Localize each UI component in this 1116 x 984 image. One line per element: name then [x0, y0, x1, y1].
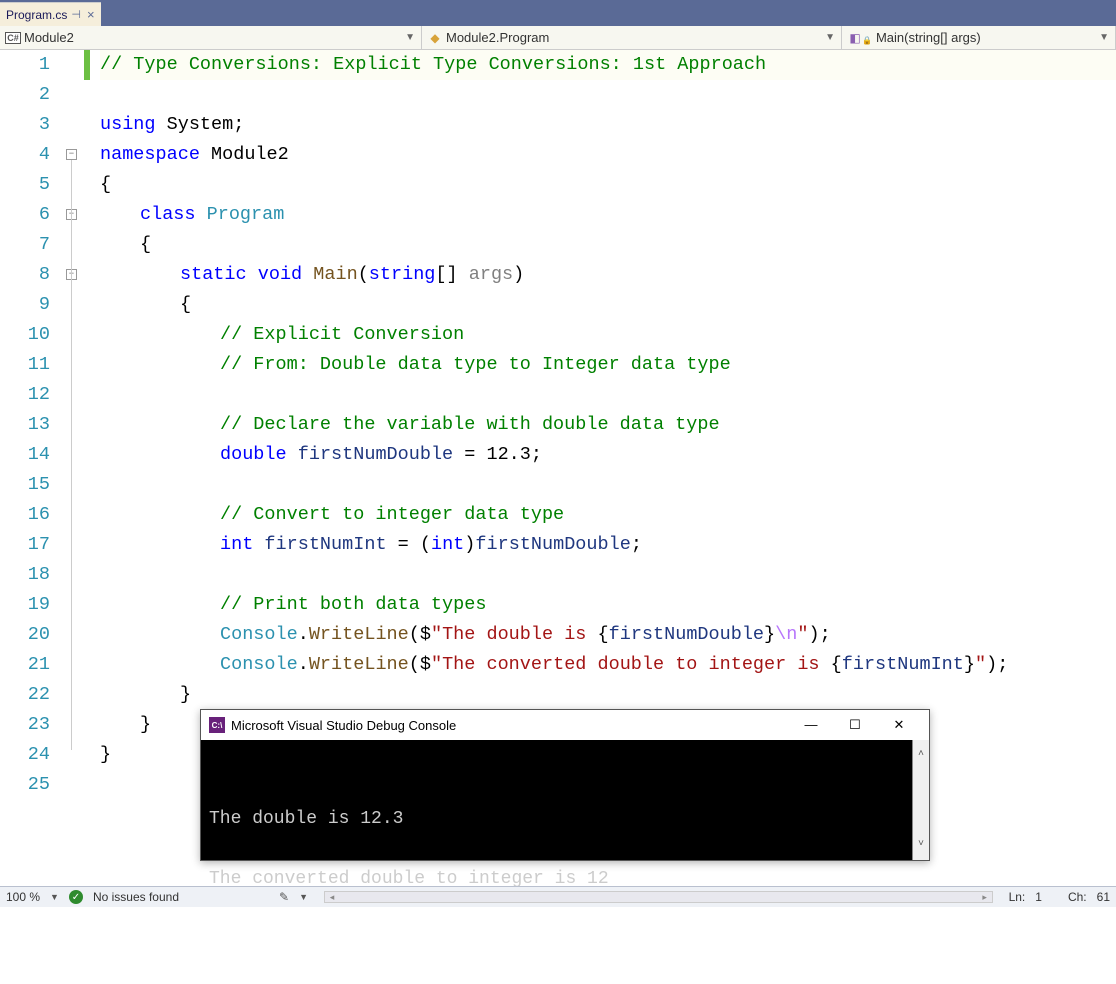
code-line[interactable]: static void Main(string[] args) — [100, 260, 1116, 290]
code-line[interactable]: // Print both data types — [100, 590, 1116, 620]
code-line[interactable]: { — [100, 170, 1116, 200]
line-number: 7 — [0, 230, 50, 260]
console-line — [209, 834, 921, 864]
chevron-down-icon[interactable]: ▼ — [821, 32, 835, 43]
chevron-down-icon[interactable]: ▼ — [50, 892, 59, 902]
console-title-text: Microsoft Visual Studio Debug Console — [231, 718, 456, 733]
method-icon: ◧ — [848, 31, 862, 45]
issues-text[interactable]: No issues found — [93, 890, 179, 904]
line-number: 19 — [0, 590, 50, 620]
code-line[interactable]: namespace Module2 — [100, 140, 1116, 170]
code-line[interactable]: } — [100, 680, 1116, 710]
line-number: 16 — [0, 500, 50, 530]
code-line[interactable]: // Explicit Conversion — [100, 320, 1116, 350]
crumb-class-label: Module2.Program — [446, 30, 549, 45]
chevron-down-icon[interactable]: ▼ — [299, 892, 308, 902]
code-line[interactable]: double firstNumDouble = 12.3; — [100, 440, 1116, 470]
scroll-down-icon[interactable]: ˅ — [918, 830, 924, 860]
vs-app-icon: C:\ — [209, 717, 225, 733]
close-icon[interactable]: × — [87, 7, 95, 22]
line-number: 9 — [0, 290, 50, 320]
console-line: The double is 12.3 — [209, 804, 921, 834]
screwdriver-icon[interactable]: ✎ — [279, 890, 289, 904]
crumb-project-label: Module2 — [24, 30, 74, 45]
status-bar: 100 % ▼ ✓ No issues found ✎ ▼ ◂ ▸ Ln: 1 … — [0, 886, 1116, 907]
code-line[interactable]: // From: Double data type to Integer dat… — [100, 350, 1116, 380]
close-button[interactable]: ✕ — [877, 717, 921, 733]
code-line[interactable] — [100, 560, 1116, 590]
minimize-button[interactable]: — — [789, 717, 833, 733]
code-line[interactable]: // Convert to integer data type — [100, 500, 1116, 530]
code-line[interactable] — [100, 380, 1116, 410]
scroll-left-icon[interactable]: ◂ — [325, 892, 339, 902]
ln-value: 1 — [1035, 890, 1042, 904]
chevron-down-icon[interactable]: ▼ — [401, 32, 415, 43]
line-number-gutter: 1234567891011121314151617181920212223242… — [0, 50, 60, 886]
pin-icon[interactable]: ⊣ — [71, 8, 81, 21]
code-line[interactable]: using System; — [100, 110, 1116, 140]
breadcrumb: C# Module2 ▼ ◆ Module2.Program ▼ ◧🔒 Main… — [0, 26, 1116, 50]
ln-label: Ln: — [1009, 890, 1026, 904]
line-number: 20 — [0, 620, 50, 650]
fold-margin: −−− — [60, 50, 100, 886]
horizontal-scrollbar[interactable]: ◂ ▸ — [324, 891, 993, 903]
code-line[interactable] — [100, 80, 1116, 110]
line-number: 21 — [0, 650, 50, 680]
line-number: 22 — [0, 680, 50, 710]
line-number: 4 — [0, 140, 50, 170]
code-line[interactable]: Console.WriteLine($"The double is {first… — [100, 620, 1116, 650]
line-number: 13 — [0, 410, 50, 440]
code-line[interactable]: Console.WriteLine($"The converted double… — [100, 650, 1116, 680]
code-line[interactable]: // Declare the variable with double data… — [100, 410, 1116, 440]
crumb-project[interactable]: C# Module2 ▼ — [0, 26, 422, 49]
tab-title: Program.cs — [6, 8, 67, 22]
line-number: 25 — [0, 770, 50, 800]
line-number: 10 — [0, 320, 50, 350]
scroll-right-icon[interactable]: ▸ — [978, 892, 992, 902]
csharp-icon: C# — [5, 32, 21, 44]
class-icon: ◆ — [428, 31, 442, 45]
line-number: 23 — [0, 710, 50, 740]
code-line[interactable]: { — [100, 230, 1116, 260]
console-titlebar[interactable]: C:\ Microsoft Visual Studio Debug Consol… — [201, 710, 929, 740]
debug-console-window[interactable]: C:\ Microsoft Visual Studio Debug Consol… — [200, 709, 930, 861]
line-number: 11 — [0, 350, 50, 380]
line-number: 2 — [0, 80, 50, 110]
chevron-down-icon[interactable]: ▼ — [1095, 32, 1109, 43]
tab-program-cs[interactable]: Program.cs ⊣ × — [0, 2, 101, 26]
line-number: 24 — [0, 740, 50, 770]
change-indicator — [84, 50, 90, 80]
maximize-button[interactable]: ☐ — [833, 717, 877, 733]
line-number: 17 — [0, 530, 50, 560]
line-number: 6 — [0, 200, 50, 230]
line-number: 14 — [0, 440, 50, 470]
crumb-class[interactable]: ◆ Module2.Program ▼ — [422, 26, 842, 49]
line-number: 3 — [0, 110, 50, 140]
fold-toggle[interactable]: − — [66, 149, 77, 160]
crumb-method-label: Main(string[] args) — [876, 30, 981, 45]
code-line[interactable] — [100, 470, 1116, 500]
ch-value: 61 — [1097, 890, 1110, 904]
tab-strip: Program.cs ⊣ × — [0, 0, 1116, 26]
line-number: 5 — [0, 170, 50, 200]
ch-label: Ch: — [1068, 890, 1087, 904]
code-line[interactable]: int firstNumInt = (int)firstNumDouble; — [100, 530, 1116, 560]
lock-icon: 🔒 — [862, 36, 872, 45]
line-number: 8 — [0, 260, 50, 290]
line-number: 12 — [0, 380, 50, 410]
line-number: 1 — [0, 50, 50, 80]
zoom-level[interactable]: 100 % — [6, 890, 40, 904]
scroll-up-icon[interactable]: ˄ — [918, 740, 924, 770]
console-output[interactable]: The double is 12.3 The converted double … — [201, 740, 929, 860]
code-line[interactable]: { — [100, 290, 1116, 320]
console-scrollbar[interactable]: ˄ ˅ — [912, 740, 929, 860]
issues-ok-icon: ✓ — [69, 890, 83, 904]
code-line[interactable]: class Program — [100, 200, 1116, 230]
code-line[interactable]: // Type Conversions: Explicit Type Conve… — [100, 50, 1116, 80]
line-number: 15 — [0, 470, 50, 500]
line-number: 18 — [0, 560, 50, 590]
crumb-method[interactable]: ◧🔒 Main(string[] args) ▼ — [842, 26, 1116, 49]
